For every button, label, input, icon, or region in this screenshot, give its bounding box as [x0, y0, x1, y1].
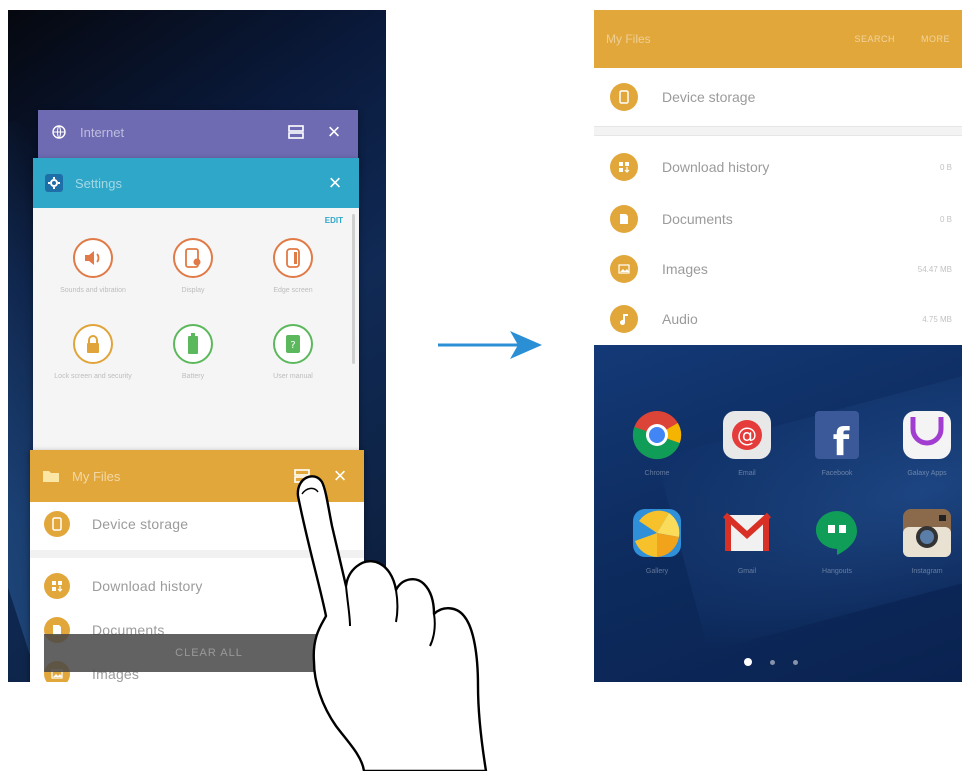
- lock-icon: [73, 324, 113, 364]
- app-label: Chrome: [644, 470, 670, 477]
- file-size: 0 B: [939, 162, 952, 172]
- list-item-label: Download history: [662, 159, 770, 175]
- settings-grid: Sounds and vibration Display Edge screen…: [43, 238, 343, 392]
- list-item-images[interactable]: Images 54.47 MB: [594, 244, 962, 294]
- app-email[interactable]: @ Email: [702, 408, 792, 480]
- card-header: Internet ×: [38, 110, 358, 154]
- my-files-list: Device storage Download history 0 B Docu…: [594, 68, 962, 345]
- close-icon[interactable]: ×: [323, 172, 347, 194]
- clear-all-label: CLEAR ALL: [175, 647, 243, 659]
- gmail-icon: [720, 506, 774, 560]
- split-screen-icon[interactable]: [284, 121, 308, 143]
- battery-icon: [173, 324, 213, 364]
- settings-item-label: Display: [181, 287, 205, 294]
- list-item-label: Documents: [662, 211, 733, 227]
- page-dot-active[interactable]: [744, 658, 752, 666]
- globe-icon: [50, 123, 68, 141]
- more-button[interactable]: MORE: [921, 34, 950, 44]
- card-header: Settings ×: [33, 158, 359, 208]
- phone-icon: [610, 83, 638, 111]
- svg-text:f: f: [833, 420, 850, 461]
- display-icon: [173, 238, 213, 278]
- file-size: 54.47 MB: [917, 264, 952, 274]
- app-chrome[interactable]: Chrome: [612, 408, 702, 480]
- edge-screen-icon: [273, 238, 313, 278]
- app-galaxy-apps[interactable]: Galaxy Apps: [882, 408, 962, 480]
- list-item-audio[interactable]: Audio 4.75 MB: [594, 294, 962, 344]
- image-icon: [610, 255, 638, 283]
- arrow-right-icon: [438, 331, 542, 359]
- settings-item-label: Sounds and vibration: [60, 287, 126, 294]
- folder-icon: [42, 467, 60, 485]
- list-item-label: Device storage: [92, 516, 189, 532]
- app-label: Hangouts: [822, 568, 852, 575]
- settings-item-lock-screen[interactable]: Lock screen and security: [43, 324, 143, 392]
- settings-item-edge-screen[interactable]: Edge screen: [243, 238, 343, 306]
- hand-pointer-icon: [296, 475, 488, 771]
- sound-icon: [73, 238, 113, 278]
- settings-item-label: Battery: [181, 373, 205, 380]
- chrome-icon: [630, 408, 684, 462]
- page-dot[interactable]: [770, 659, 775, 665]
- app-gmail[interactable]: Gmail: [702, 506, 792, 578]
- app-facebook[interactable]: f Facebook: [792, 408, 882, 480]
- svg-text:@: @: [737, 423, 757, 447]
- my-files-header: My Files SEARCH MORE: [594, 10, 962, 68]
- page-indicator[interactable]: [744, 658, 798, 666]
- list-item-label: Device storage: [662, 89, 756, 105]
- hangouts-icon: [810, 506, 864, 560]
- edit-button[interactable]: EDIT: [325, 216, 343, 225]
- settings-item-battery[interactable]: Battery: [143, 324, 243, 392]
- settings-item-label: Lock screen and security: [54, 373, 132, 380]
- list-item-label: Images: [662, 261, 708, 277]
- search-button[interactable]: SEARCH: [854, 34, 895, 44]
- download-icon: [44, 573, 70, 599]
- recent-app-card-settings[interactable]: Settings × EDIT Sounds and vibration Dis…: [33, 158, 359, 458]
- card-title: Internet: [80, 124, 125, 140]
- page-dot[interactable]: [793, 659, 798, 665]
- list-item-label: Audio: [662, 311, 698, 327]
- app-gallery[interactable]: Gallery: [612, 506, 702, 578]
- close-icon[interactable]: ×: [322, 121, 346, 143]
- email-icon: @: [720, 408, 774, 462]
- app-instagram[interactable]: Instagram: [882, 506, 962, 578]
- phone-icon: [44, 511, 70, 537]
- settings-item-sounds[interactable]: Sounds and vibration: [43, 238, 143, 306]
- galaxy-apps-icon: [900, 408, 954, 462]
- gear-icon: [45, 174, 63, 192]
- app-label: Instagram: [911, 568, 943, 575]
- instagram-icon: [900, 506, 954, 560]
- page-title: My Files: [606, 32, 651, 46]
- document-icon: [610, 205, 638, 233]
- app-label: Galaxy Apps: [907, 470, 947, 477]
- card-title: Settings: [75, 175, 122, 191]
- split-screen-result: My Files SEARCH MORE Device storage Down…: [594, 10, 962, 682]
- gallery-icon: [630, 506, 684, 560]
- scrollbar[interactable]: [352, 214, 355, 364]
- card-title: My Files: [72, 468, 121, 484]
- list-item-documents[interactable]: Documents 0 B: [594, 194, 962, 244]
- app-label: Email: [738, 470, 756, 477]
- settings-item-display[interactable]: Display: [143, 238, 243, 306]
- settings-item-user-manual[interactable]: ? User manual: [243, 324, 343, 392]
- app-hangouts[interactable]: Hangouts: [792, 506, 882, 578]
- home-app-grid: Chrome @ Email f Facebook Galaxy Apps Ga…: [612, 408, 962, 578]
- list-item-label: Download history: [92, 578, 203, 594]
- list-item-device-storage[interactable]: Device storage: [594, 72, 962, 122]
- settings-item-label: User manual: [273, 373, 313, 380]
- user-manual-icon: ?: [273, 324, 313, 364]
- settings-item-label: Edge screen: [273, 287, 313, 294]
- list-item-download-history[interactable]: Download history 0 B: [594, 142, 962, 192]
- divider: [594, 126, 962, 136]
- app-label: Gallery: [645, 568, 669, 575]
- music-icon: [610, 305, 638, 333]
- app-label: Facebook: [821, 470, 853, 477]
- file-size: 4.75 MB: [922, 314, 952, 324]
- facebook-icon: f: [810, 408, 864, 462]
- svg-text:?: ?: [290, 340, 295, 351]
- download-icon: [610, 153, 638, 181]
- file-size: 0 B: [939, 214, 952, 224]
- app-label: Gmail: [737, 568, 757, 575]
